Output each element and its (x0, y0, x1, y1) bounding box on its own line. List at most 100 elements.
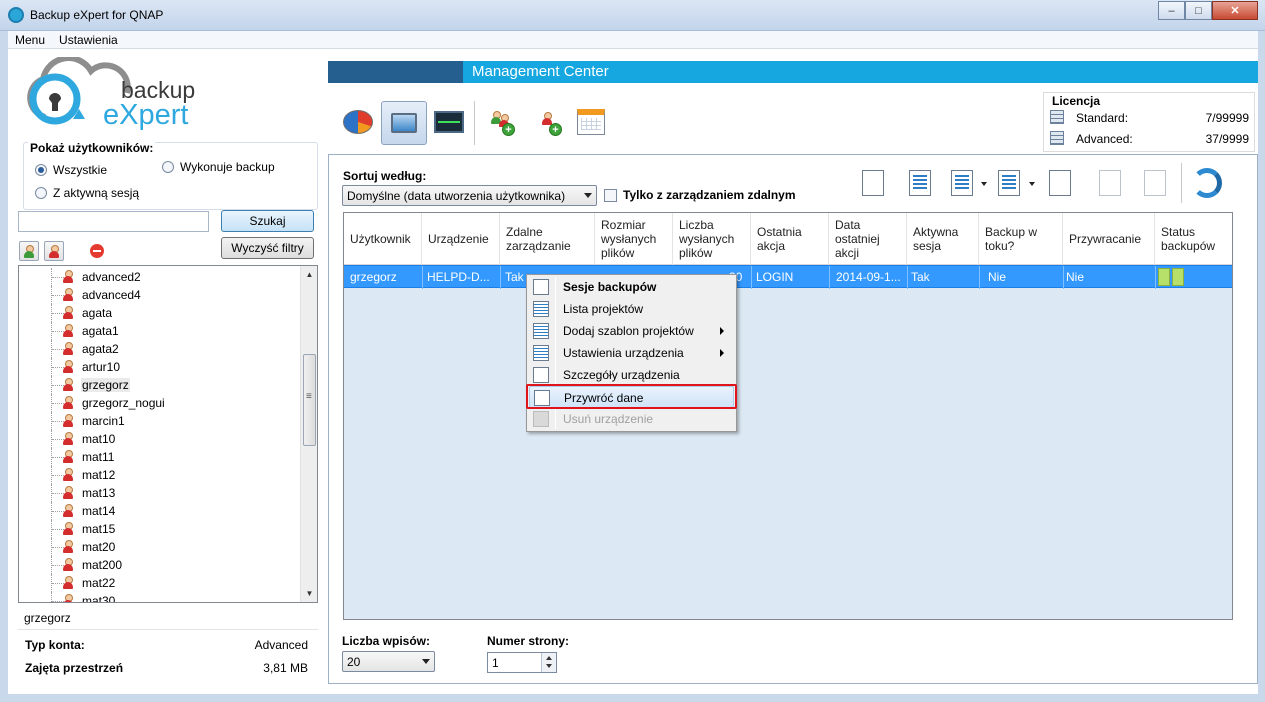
scroll-up-arrow-icon[interactable]: ▲ (301, 266, 317, 283)
column-header-remote[interactable]: Zdalne zarządzanie (500, 213, 595, 265)
remove-device-button[interactable] (1137, 165, 1173, 201)
radio-all[interactable]: Wszystkie (35, 163, 107, 177)
cell-restoring: Nie (1066, 270, 1085, 284)
radio-active-session-indicator (35, 187, 47, 199)
page-number-stepper[interactable]: 1 (487, 652, 557, 673)
menu-item-label: Sesje backupów (563, 280, 657, 294)
chevron-down-icon (422, 659, 430, 664)
remote-only-label: Tylko z zarządzaniem zdalnym (623, 188, 796, 202)
cell-remote: Tak (505, 270, 524, 284)
entries-count-select[interactable]: 20 (342, 651, 435, 672)
tree-item-user[interactable]: mat22 (19, 574, 300, 592)
column-header-device[interactable]: Urządzenie (422, 213, 500, 265)
tree-item-user[interactable]: artur10 (19, 358, 300, 376)
restore-icon (1099, 170, 1121, 196)
scroll-down-arrow-icon[interactable]: ▼ (301, 585, 317, 602)
tree-item-user[interactable]: mat11 (19, 448, 300, 466)
menu-item-device-details[interactable]: Szczegóły urządzenia (529, 364, 734, 386)
tree-item-user[interactable]: mat14 (19, 502, 300, 520)
tree-item-user[interactable]: agata (19, 304, 300, 322)
sort-select[interactable]: Domyślne (data utworzenia użytkownika) (342, 185, 597, 206)
tree-item-user[interactable]: agata1 (19, 322, 300, 340)
column-header-status[interactable]: Status backupów (1155, 213, 1232, 265)
chevron-down-icon[interactable] (546, 664, 552, 668)
tree-item-label: mat30 (82, 594, 116, 603)
chevron-down-icon[interactable] (981, 182, 987, 186)
user-view-button[interactable] (44, 241, 64, 261)
clear-filters-button[interactable]: Wyczyść filtry (221, 237, 314, 259)
column-header-in-progress[interactable]: Backup w toku? (979, 213, 1063, 265)
restore-data-button[interactable] (1092, 165, 1128, 201)
column-header-last-date[interactable]: Data ostatniej akcji (829, 213, 907, 265)
radio-backing-up[interactable]: Wykonuje backup (162, 160, 275, 174)
column-header-active-session[interactable]: Aktywna sesja (907, 213, 979, 265)
radio-active-session[interactable]: Z aktywną sesją (35, 186, 139, 200)
tree-item-user[interactable]: mat30 (19, 592, 300, 603)
refresh-button[interactable] (1189, 165, 1225, 201)
tree-item-user[interactable]: marcin1 (19, 412, 300, 430)
menu-item-menu[interactable]: Menu (8, 31, 52, 48)
statistics-button[interactable] (338, 102, 378, 142)
tree-item-user[interactable]: mat12 (19, 466, 300, 484)
column-header-restoring[interactable]: Przywracanie (1063, 213, 1155, 265)
menu-item-label: Ustawienia urządzenia (563, 346, 684, 360)
add-project-template-button[interactable] (944, 165, 980, 201)
add-user-button[interactable]: + (528, 102, 568, 142)
group-view-button[interactable] (19, 241, 39, 261)
devices-button[interactable] (381, 101, 427, 145)
management-center-bar: Management Center (328, 61, 1258, 83)
license-box: Licencja Standard: 7/99999 Advanced: 37/… (1043, 92, 1255, 152)
tree-item-user[interactable]: mat15 (19, 520, 300, 538)
chevron-down-icon[interactable] (1029, 182, 1035, 186)
backup-sessions-button[interactable] (855, 165, 891, 201)
menu-item-add-project-template[interactable]: Dodaj szablon projektów (529, 320, 734, 342)
table-row[interactable]: grzegorz HELPD-D... Tak 30 LOGIN 2014-09… (344, 265, 1232, 289)
tree-item-label: mat22 (82, 576, 116, 590)
device-settings-button[interactable] (991, 165, 1027, 201)
submenu-arrow-icon (720, 349, 724, 357)
search-button[interactable]: Szukaj (221, 210, 314, 232)
table-header: Użytkownik Urządzenie Zdalne zarządzanie… (344, 213, 1232, 265)
close-button[interactable]: ✕ (1212, 1, 1258, 20)
remote-only-checkbox[interactable]: Tylko z zarządzaniem zdalnym (604, 188, 796, 202)
user-icon (62, 540, 74, 553)
monitor-button[interactable] (429, 102, 469, 142)
menu-item-backup-sessions[interactable]: Sesje backupów (529, 276, 734, 298)
column-header-size[interactable]: Rozmiar wysłanych plików (595, 213, 673, 265)
schedule-button[interactable] (571, 102, 611, 142)
tree-item-user[interactable]: mat13 (19, 484, 300, 502)
management-center-bar-dark (328, 61, 463, 83)
project-list-button[interactable] (902, 165, 938, 201)
tree-item-label: advanced4 (82, 288, 141, 302)
column-header-count[interactable]: Liczba wysłanych plików (673, 213, 751, 265)
user-icon (62, 450, 74, 463)
tree-item-user[interactable]: agata2 (19, 340, 300, 358)
chevron-up-icon[interactable] (546, 656, 552, 660)
user-tree-scrollbar[interactable]: ▲ ▼ (300, 266, 317, 602)
menu-item-remove-device[interactable]: Usuń urządzenie (529, 408, 734, 430)
user-search-input[interactable] (18, 211, 209, 232)
column-header-user[interactable]: Użytkownik (344, 213, 422, 265)
column-header-last-action[interactable]: Ostatnia akcja (751, 213, 829, 265)
tree-item-user[interactable]: advanced2 (19, 268, 300, 286)
tree-item-user[interactable]: mat200 (19, 556, 300, 574)
menu-item-project-list[interactable]: Lista projektów (529, 298, 734, 320)
minimize-button[interactable]: – (1158, 1, 1185, 20)
delete-user-button[interactable] (90, 244, 104, 258)
tree-item-user[interactable]: grzegorz (19, 376, 300, 394)
device-details-button[interactable] (1042, 165, 1078, 201)
license-advanced-value: 37/9999 (1205, 132, 1249, 146)
locked-documents-icon (862, 170, 884, 196)
maximize-button[interactable]: □ (1185, 1, 1212, 20)
add-group-button[interactable]: + (481, 102, 521, 142)
tree-item-user[interactable]: advanced4 (19, 286, 300, 304)
tree-item-user[interactable]: mat10 (19, 430, 300, 448)
menu-item-label: Usuń urządzenie (563, 412, 654, 426)
scroll-thumb[interactable] (303, 354, 316, 446)
tree-item-user[interactable]: mat20 (19, 538, 300, 556)
tree-item-user[interactable]: grzegorz_nogui (19, 394, 300, 412)
menu-item-ustawienia[interactable]: Ustawienia (52, 31, 125, 48)
menu-item-device-settings[interactable]: Ustawienia urządzenia (529, 342, 734, 364)
tree-item-label: mat200 (82, 558, 123, 572)
stepper-buttons[interactable] (541, 653, 556, 672)
